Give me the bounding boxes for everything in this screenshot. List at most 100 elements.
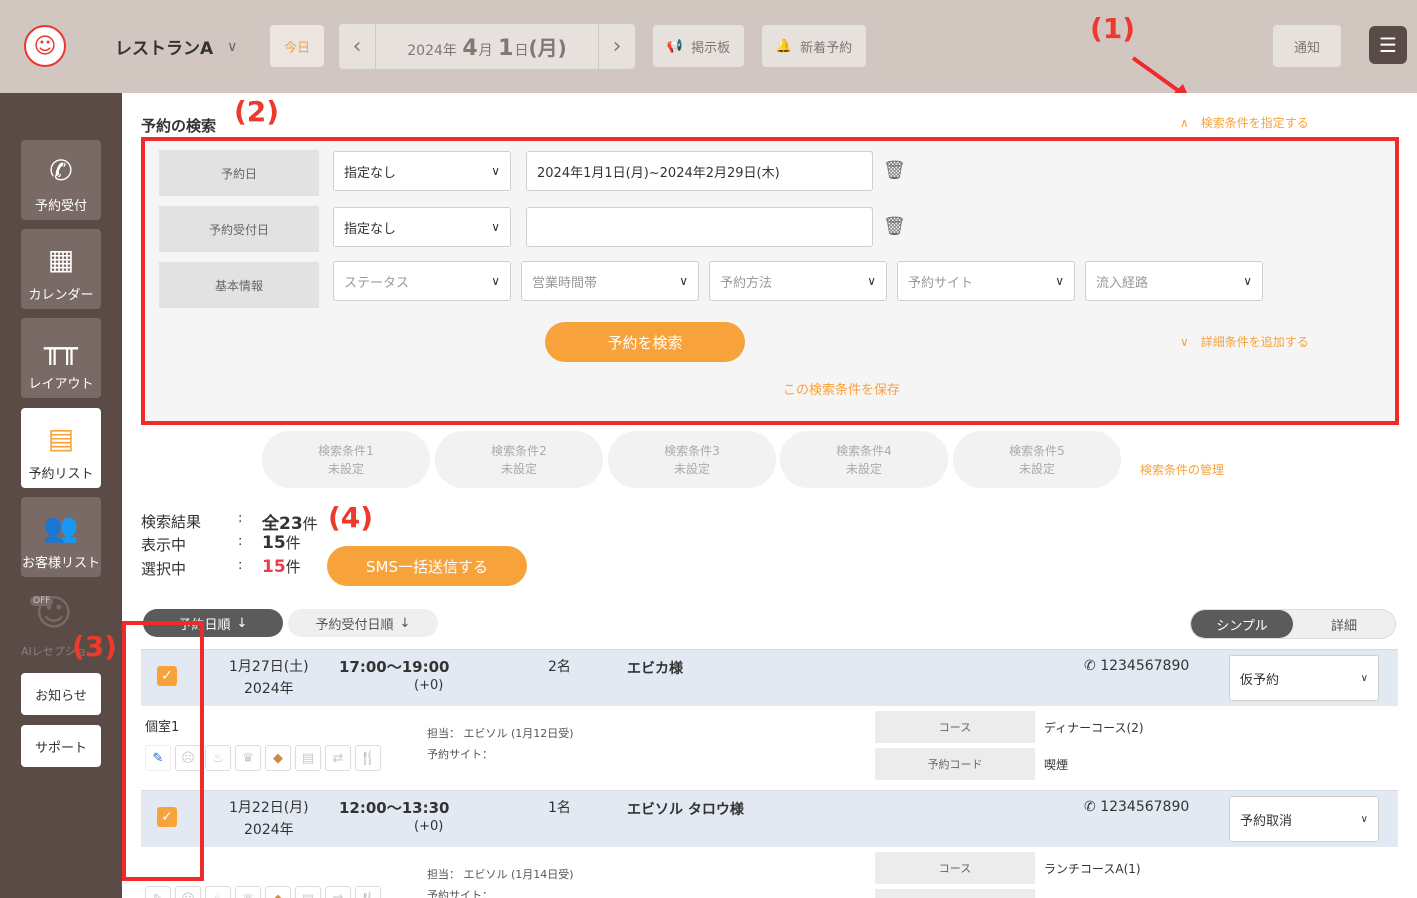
colon: : xyxy=(238,558,243,573)
new-reservation-label: 新着予約 xyxy=(800,40,853,56)
sort-label: 予約受付日順 xyxy=(315,617,394,633)
annotation-frame-checkboxes xyxy=(122,621,204,881)
saved-search-name: 検索条件2 xyxy=(491,443,547,458)
unit: 件 xyxy=(302,515,318,533)
staff-label: 担当： xyxy=(427,727,460,740)
reservation-year: 2024年 xyxy=(244,681,294,697)
saved-search-4[interactable]: 検索条件4 未設定 xyxy=(780,431,948,488)
sms-bulk-send-button[interactable]: SMS一括送信する xyxy=(327,546,527,586)
date-month: 4 xyxy=(462,36,478,61)
cutlery-icon[interactable]: 🍴 xyxy=(355,745,381,771)
toggle-search-conditions-link[interactable]: ∧ 検索条件を指定する xyxy=(1180,114,1309,131)
tag-icon[interactable]: ◆ xyxy=(265,886,291,898)
pencil-icon[interactable]: ✎ xyxy=(145,886,171,898)
restaurant-selector[interactable]: レストランA ∨ xyxy=(115,34,238,60)
memo-icon[interactable]: ▤ xyxy=(295,745,321,771)
book-icon: ▤ xyxy=(47,422,75,455)
support-button[interactable]: サポート xyxy=(21,725,101,767)
board-button[interactable]: 📢 掲示板 xyxy=(653,25,744,67)
phone-icon: ✆ xyxy=(49,154,73,187)
colon: : xyxy=(238,511,243,526)
saved-search-1[interactable]: 検索条件1 未設定 xyxy=(262,431,430,488)
top-header: ☺ レストランA ∨ 今日 ‹ 2024 年 4月 1 日 (月) › 📢 掲示板 🔔… xyxy=(0,0,1417,93)
layout-icon: ╥╥ xyxy=(44,332,78,365)
walk-in-icon[interactable]: ⇄ xyxy=(325,886,351,898)
chevron-down-icon: ∨ xyxy=(227,38,238,55)
new-reservation-button[interactable]: 🔔 新着予約 xyxy=(762,25,866,67)
sidebar-item-calendar[interactable]: ▦ カレンダー xyxy=(21,229,101,309)
news-button[interactable]: お知らせ xyxy=(21,673,101,715)
sidebar-item-layout[interactable]: ╥╥ レイアウト xyxy=(21,318,101,398)
sidebar-item-label: 予約リスト xyxy=(28,467,94,482)
sidebar-item-reservation-list[interactable]: ▤ 予約リスト xyxy=(21,408,101,488)
bell-icon: 🔔 xyxy=(775,38,793,54)
sidebar-item-label: 予約受付 xyxy=(34,199,87,214)
view-detail-button[interactable]: 詳細 xyxy=(1293,610,1395,638)
hamburger-menu-icon[interactable]: ☰ xyxy=(1369,26,1407,64)
colon: : xyxy=(238,534,243,549)
chevron-up-icon: ∧ xyxy=(1180,115,1189,130)
cutlery-icon[interactable]: 🍴 xyxy=(355,886,381,898)
sidebar-item-label: お客様リスト xyxy=(21,556,100,571)
reservation-day: 1月22日(月) xyxy=(229,800,309,816)
saved-search-5[interactable]: 検索条件5 未設定 xyxy=(953,431,1121,488)
reservation-time: 17:00〜19:00 xyxy=(339,658,450,676)
sidebar-item-label: カレンダー xyxy=(28,288,94,303)
manage-search-conditions-link[interactable]: 検索条件の管理 xyxy=(1140,461,1224,478)
reservation-date: 1月27日(土) 2024年 xyxy=(229,656,309,700)
date-weekday: (月) xyxy=(528,36,567,60)
course-value: ディナーコース(2) xyxy=(1044,721,1144,735)
cake-icon[interactable]: ♨ xyxy=(205,745,231,771)
reservation-date: 1月22日(月) 2024年 xyxy=(229,797,309,841)
guest-name[interactable]: エビカ様 xyxy=(627,658,683,678)
unit: 件 xyxy=(285,534,301,552)
notification-button[interactable]: 通知 xyxy=(1273,25,1341,67)
tag-icon[interactable]: ◆ xyxy=(265,745,291,771)
reservation-day: 1月27日(土) xyxy=(229,659,309,675)
cake-icon[interactable]: ♨ xyxy=(205,886,231,898)
arrow-down-icon: ↓ xyxy=(399,615,411,631)
reservation-row[interactable]: ✓ 1月22日(月) 2024年 12:00〜13:30 (+0) 1名 エビソ… xyxy=(141,790,1398,847)
saved-search-state: 未設定 xyxy=(327,461,364,476)
saved-search-2[interactable]: 検索条件2 未設定 xyxy=(435,431,603,488)
total-prefix: 全 xyxy=(262,514,279,534)
page-title: 予約の検索 xyxy=(141,117,217,135)
sidebar-item-customers[interactable]: 👥 お客様リスト xyxy=(21,497,101,577)
reservation-code-label-partial xyxy=(875,889,1035,898)
reservation-year: 2024年 xyxy=(244,822,294,838)
view-simple-button[interactable]: シンプル xyxy=(1191,610,1293,638)
status-select[interactable]: 予約取消 ∨ xyxy=(1229,796,1379,842)
date-day-unit: 日 xyxy=(514,43,529,59)
restaurant-name: レストランA xyxy=(115,39,214,59)
saved-search-name: 検索条件4 xyxy=(836,443,892,458)
crown-icon[interactable]: ♛ xyxy=(235,745,261,771)
reservation-row[interactable]: ✓ 1月27日(土) 2024年 17:00〜19:00 (+0) 2名 エビカ… xyxy=(141,649,1398,706)
walk-in-icon[interactable]: ⇄ xyxy=(325,745,351,771)
calendar-icon: ▦ xyxy=(47,243,75,276)
prev-day-button[interactable]: ‹ xyxy=(339,24,375,69)
sort-by-received-button[interactable]: 予約受付日順 ↓ xyxy=(288,609,438,637)
next-day-button[interactable]: › xyxy=(599,24,635,69)
selected-count: 15 xyxy=(262,557,286,577)
status-value: 仮予約 xyxy=(1240,672,1280,688)
selected-label: 選択中 xyxy=(141,560,187,578)
total-count: 23 xyxy=(279,514,303,534)
annotation-1: (1) xyxy=(1090,12,1136,45)
total-results-value: 全23件 xyxy=(262,509,318,534)
today-button[interactable]: 今日 xyxy=(270,25,324,67)
phone-number: 1234567890 xyxy=(1100,799,1190,815)
phone-icon: ✆ xyxy=(1084,658,1096,674)
chevron-down-icon: ∨ xyxy=(1360,813,1368,825)
memo-icon[interactable]: ▤ xyxy=(295,886,321,898)
saved-search-3[interactable]: 検索条件3 未設定 xyxy=(608,431,776,488)
status-select[interactable]: 仮予約 ∨ xyxy=(1229,655,1379,701)
megaphone-icon: 📢 xyxy=(666,38,684,54)
face-icon[interactable]: ☹ xyxy=(175,886,201,898)
crown-icon[interactable]: ♛ xyxy=(235,886,261,898)
sidebar-item-reception[interactable]: ✆ 予約受付 xyxy=(21,140,101,220)
date-navigator: ‹ 2024 年 4月 1 日 (月) › xyxy=(339,24,635,69)
saved-search-state: 未設定 xyxy=(1018,461,1055,476)
guest-name[interactable]: エビソル タロウ様 xyxy=(627,799,744,819)
unit: 件 xyxy=(285,558,301,576)
shown-value: 15件 xyxy=(262,532,301,553)
